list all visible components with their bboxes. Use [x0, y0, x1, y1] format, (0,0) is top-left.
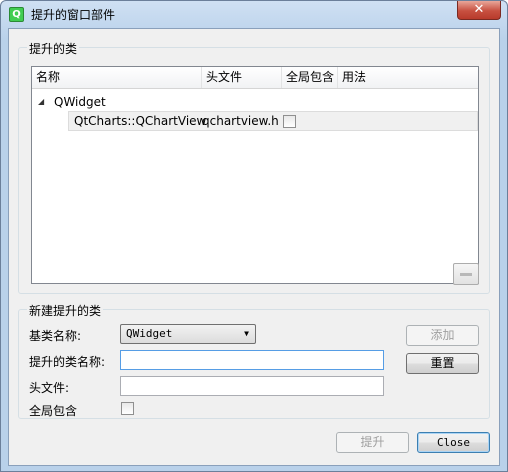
class-name-input[interactable]: [120, 350, 384, 370]
base-class-value: QWidget: [126, 327, 173, 340]
class-name-label: 提升的类名称:: [29, 355, 106, 369]
global-include-label: 全局包含: [29, 404, 78, 418]
tree-child-name: QtCharts::QChartView: [74, 114, 207, 128]
header-file-input[interactable]: [120, 376, 384, 396]
global-include-checkbox[interactable]: [121, 402, 134, 415]
window-title: 提升的窗口部件: [31, 8, 116, 22]
new-promoted-class-group-title: 新建提升的类: [27, 302, 104, 319]
dropdown-arrow-icon: ▼: [244, 329, 249, 338]
tree-parent-label: QWidget: [54, 95, 106, 109]
add-button[interactable]: 添加: [406, 325, 479, 346]
dialog-window: Q 提升的窗口部件 ✕ 提升的类 名称 头文件 全局包含 用法 ◢ QWidge…: [0, 0, 508, 472]
column-header-global-include[interactable]: 全局包含: [282, 67, 338, 88]
promoted-classes-group-title: 提升的类: [27, 40, 80, 57]
reset-button[interactable]: 重置: [406, 353, 479, 374]
close-button[interactable]: Close: [417, 432, 490, 453]
promote-button[interactable]: 提升: [336, 432, 409, 453]
remove-promoted-class-button[interactable]: [453, 263, 479, 285]
expanded-triangle-icon[interactable]: ◢: [38, 92, 44, 112]
header-file-label: 头文件:: [29, 381, 70, 395]
window-close-button[interactable]: ✕: [457, 1, 501, 20]
qt-app-icon: Q: [9, 7, 24, 22]
tree-child-global-include-checkbox[interactable]: [283, 115, 296, 128]
column-header-header-file[interactable]: 头文件: [202, 67, 282, 88]
title-bar: Q 提升的窗口部件 ✕: [1, 1, 507, 27]
column-header-usage[interactable]: 用法: [338, 67, 478, 88]
tree-row-parent[interactable]: ◢ QWidget: [32, 92, 478, 112]
column-header-name[interactable]: 名称: [32, 67, 202, 88]
base-class-select[interactable]: QWidget ▼: [120, 324, 256, 344]
tree-row-child[interactable]: QtCharts::QChartView qchartview.h: [68, 111, 478, 131]
dialog-client-area: 提升的类 名称 头文件 全局包含 用法 ◢ QWidget QtCharts::…: [8, 28, 500, 466]
tree-child-header: qchartview.h: [202, 114, 279, 128]
base-class-label: 基类名称:: [29, 329, 82, 343]
promoted-classes-tree[interactable]: 名称 头文件 全局包含 用法 ◢ QWidget QtCharts::QChar…: [31, 66, 479, 284]
tree-header: 名称 头文件 全局包含 用法: [32, 67, 478, 89]
minus-icon: [460, 273, 472, 276]
